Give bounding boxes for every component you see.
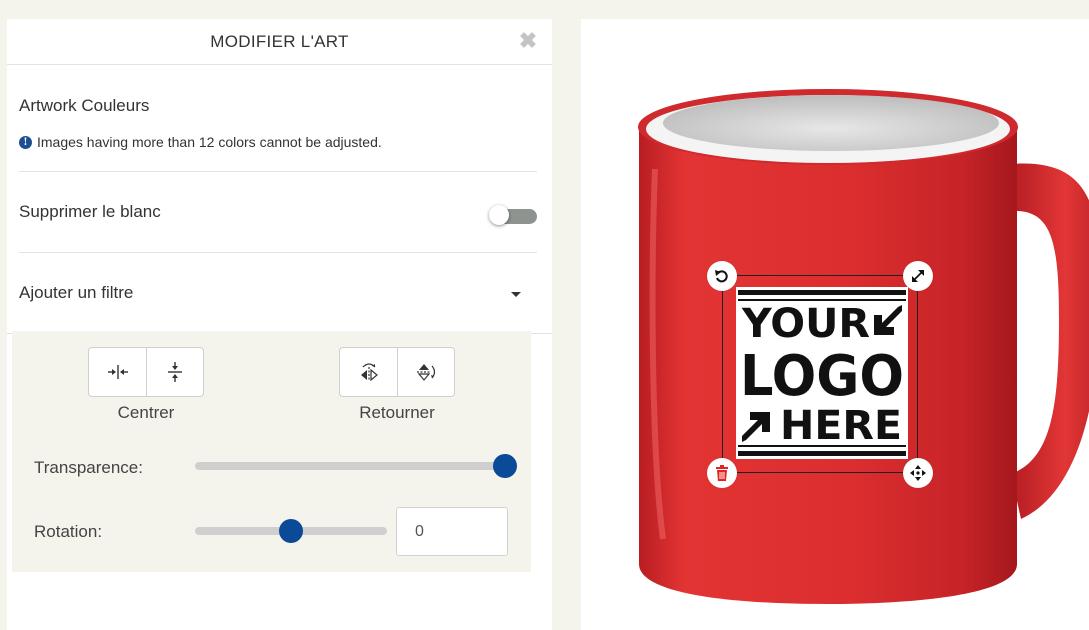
panel-title: MODIFIER L'ART [7,19,552,65]
trash-icon [716,465,728,481]
resize-icon [912,270,924,282]
move-icon [910,465,926,481]
artwork-colors-section: Artwork Couleurs ! Images having more th… [19,65,537,172]
colors-info-message: ! Images having more than 12 colors cann… [19,134,382,150]
colors-info-text: Images having more than 12 colors cannot… [37,134,382,150]
center-horizontal-button[interactable] [89,348,146,396]
move-handle[interactable] [903,458,933,488]
transparency-track [195,462,505,470]
logo-text-your: YOUR [741,301,870,347]
center-vertical-icon [168,362,182,382]
logo-artwork[interactable]: YOUR LOGO HERE [736,287,908,459]
artwork-colors-heading: Artwork Couleurs [19,96,150,115]
resize-handle[interactable] [903,261,933,291]
flip-horizontal-button[interactable] [340,348,397,396]
flip-vertical-icon [417,364,436,381]
rotation-input[interactable] [396,507,508,556]
logo-text-here: HERE [780,403,902,449]
center-label: Centrer [117,403,175,422]
rotation-slider[interactable] [195,519,387,543]
add-filter-label: Ajouter un filtre [19,283,134,302]
close-icon[interactable]: ✖ [518,30,538,52]
add-filter-row[interactable]: Ajouter un filtre [7,253,552,334]
remove-white-toggle[interactable] [489,204,537,225]
center-vertical-button[interactable] [146,348,203,396]
remove-white-row: Supprimer le blanc [19,172,537,253]
chevron-down-icon[interactable] [511,292,521,297]
transparency-label: Transparence: [34,458,143,477]
toggle-knob [489,205,509,225]
rotation-thumb[interactable] [279,519,303,543]
art-tools-box: Centrer Retourner Transparence: Rotation… [12,331,531,572]
rotate-icon [715,270,728,283]
flip-label: Retourner [359,403,435,422]
transparency-thumb[interactable] [493,454,517,478]
center-button-group [88,347,204,397]
flip-horizontal-icon [360,363,378,382]
center-horizontal-icon [107,365,128,379]
flip-button-group [339,347,455,397]
delete-handle[interactable] [707,458,737,488]
info-icon: ! [19,135,32,149]
rotate-handle[interactable] [707,261,737,291]
rotation-label: Rotation: [34,522,103,541]
flip-vertical-button[interactable] [397,348,454,396]
logo-artwork-graphic: YOUR LOGO HERE [738,290,906,456]
logo-text-logo: LOGO [740,344,904,409]
product-preview: YOUR LOGO HERE [581,19,1089,630]
remove-white-label: Supprimer le blanc [19,202,161,221]
transparency-slider[interactable] [195,454,517,478]
